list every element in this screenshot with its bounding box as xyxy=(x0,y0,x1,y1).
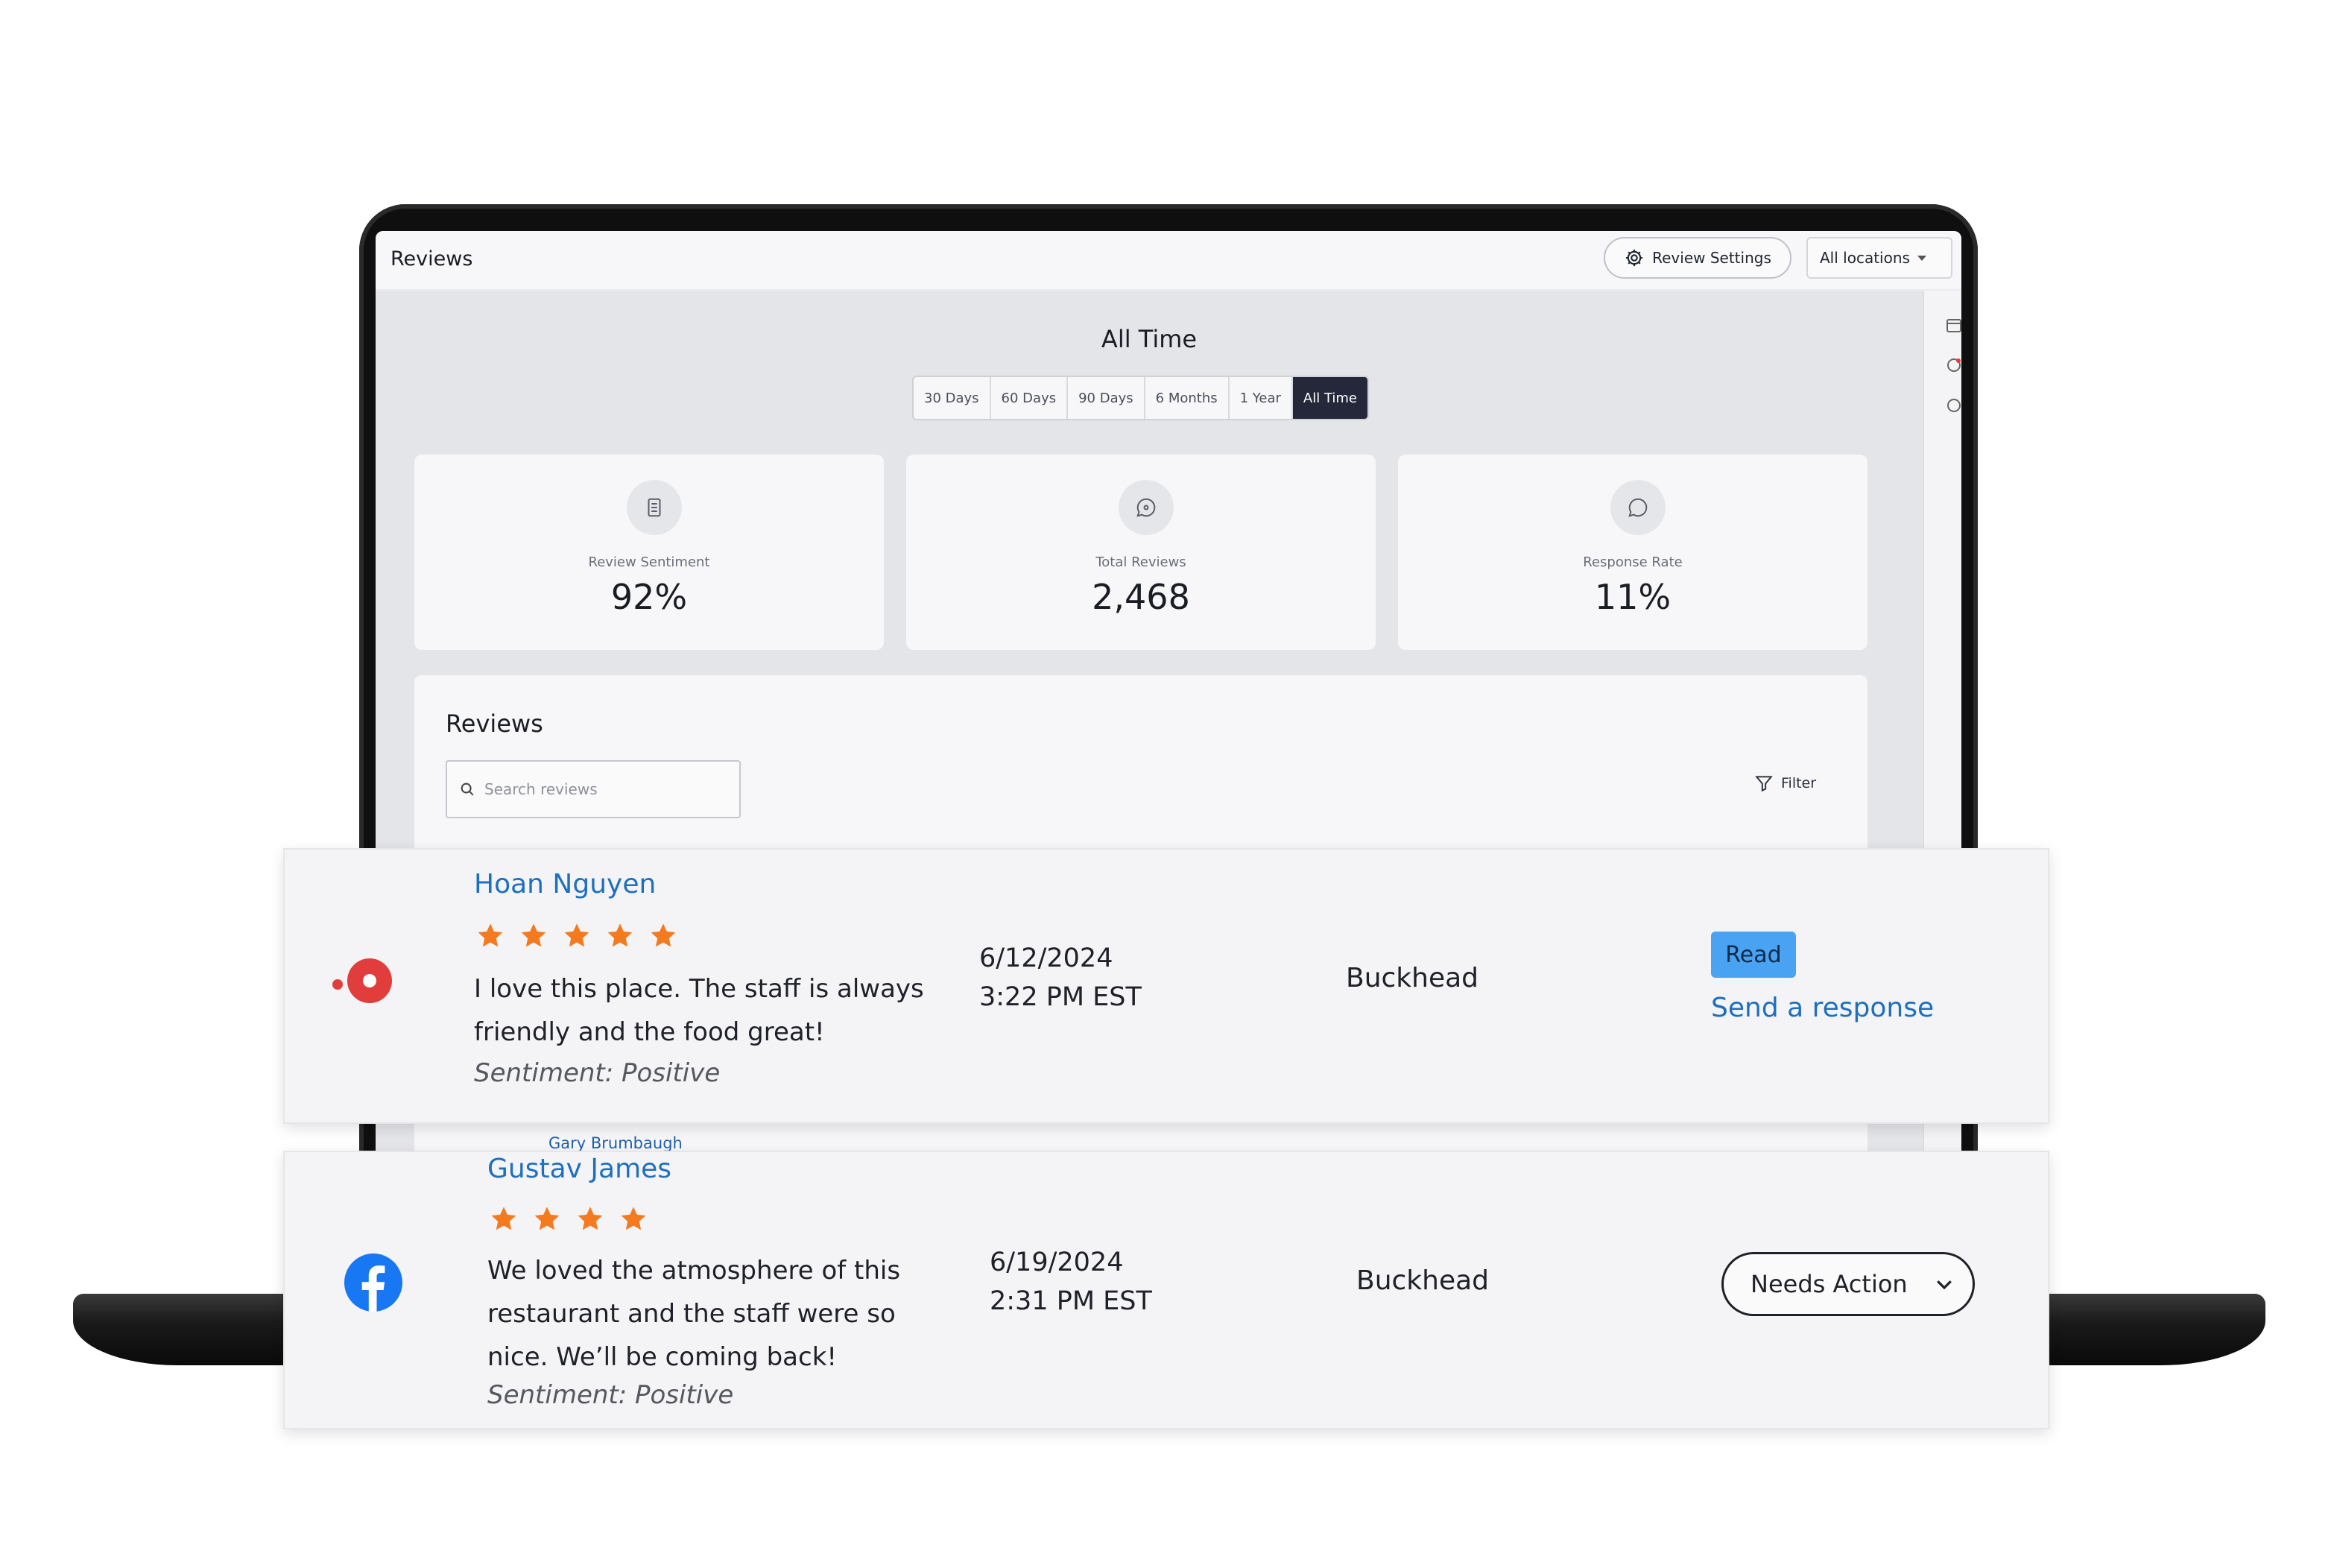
period-option-6-months[interactable]: 6 Months xyxy=(1145,377,1230,419)
search-input[interactable] xyxy=(484,780,730,798)
metric-card-sentiment: Review Sentiment 92% xyxy=(414,455,884,650)
star-icon xyxy=(491,1207,516,1230)
star-icon xyxy=(478,923,503,947)
metric-label: Response Rate xyxy=(1583,554,1683,570)
review-card: Gustav James We loved the atmosphere of … xyxy=(283,1151,2049,1429)
review-settings-button[interactable]: Review Settings xyxy=(1604,237,1791,279)
review-settings-label: Review Settings xyxy=(1652,249,1771,267)
period-option-all-time[interactable]: All Time xyxy=(1292,377,1367,419)
metric-label: Total Reviews xyxy=(1095,554,1186,570)
reviewer-name[interactable]: Gustav James xyxy=(487,1154,671,1184)
star-icon xyxy=(578,1207,603,1230)
document-icon xyxy=(648,498,661,517)
review-date: 6/12/2024 xyxy=(979,943,1113,973)
reviewer-name[interactable]: Hoan Nguyen xyxy=(474,869,656,900)
search-icon xyxy=(461,783,474,796)
review-time: 2:31 PM EST xyxy=(990,1286,1152,1316)
speech-bubble-icon xyxy=(1628,498,1648,517)
star-icon xyxy=(607,923,633,947)
notification-icon[interactable] xyxy=(1945,356,1961,374)
status-badge-read: Read xyxy=(1711,932,1796,978)
metric-value: 92% xyxy=(610,577,688,617)
star-icon xyxy=(621,1207,646,1230)
filter-label: Filter xyxy=(1781,775,1817,791)
calendar-icon[interactable] xyxy=(1945,316,1961,334)
chat-icon[interactable] xyxy=(1945,396,1961,414)
app-header: Reviews Review Settings All locations xyxy=(376,231,1961,291)
period-segmented-control: 30 Days 60 Days 90 Days 6 Months 1 Year … xyxy=(912,376,1369,420)
filter-button[interactable]: Filter xyxy=(1754,774,1816,793)
review-time: 3:22 PM EST xyxy=(979,982,1142,1012)
metric-value: 2,468 xyxy=(1092,577,1190,617)
facebook-source-icon xyxy=(344,1254,402,1312)
review-sentiment: Sentiment: Positive xyxy=(487,1380,734,1410)
review-datetime: 6/12/2024 3:22 PM EST xyxy=(979,939,1142,1017)
metric-value: 11% xyxy=(1594,577,1672,617)
star-icon xyxy=(534,1207,560,1230)
search-box[interactable] xyxy=(446,760,741,818)
review-sentiment: Sentiment: Positive xyxy=(474,1058,721,1088)
review-text: We loved the atmosphere of this restaura… xyxy=(487,1256,901,1372)
review-date: 6/19/2024 xyxy=(990,1248,1124,1277)
chevron-down-icon xyxy=(1936,1280,1952,1290)
metric-card-response-rate: Response Rate 11% xyxy=(1398,455,1867,650)
period-option-1-year[interactable]: 1 Year xyxy=(1230,377,1293,419)
status-dropdown-value: Needs Action xyxy=(1750,1270,1908,1298)
caret-down-icon xyxy=(1917,255,1926,261)
star-rating xyxy=(489,1204,648,1234)
star-icon xyxy=(564,923,589,947)
review-datetime: 6/19/2024 2:31 PM EST xyxy=(990,1243,1152,1321)
status-dropdown[interactable]: Needs Action xyxy=(1721,1252,1975,1316)
reviews-heading: Reviews xyxy=(446,709,543,738)
star-rating xyxy=(475,921,678,951)
page-title: Reviews xyxy=(390,247,473,271)
unread-dot xyxy=(332,979,343,990)
send-response-link[interactable]: Send a response xyxy=(1711,993,1934,1023)
period-title: All Time xyxy=(1101,325,1198,353)
chat-bubble-icon xyxy=(1136,498,1156,517)
gear-icon xyxy=(1626,249,1643,267)
star-icon xyxy=(521,923,546,947)
metric-label: Review Sentiment xyxy=(588,554,710,570)
filter-icon xyxy=(1755,776,1773,792)
period-option-30-days[interactable]: 30 Days xyxy=(914,377,991,419)
review-text: I love this place. The staff is always f… xyxy=(474,974,924,1047)
yelp-source-icon xyxy=(347,958,392,1003)
location-select-value: All locations xyxy=(1820,249,1910,267)
period-option-90-days[interactable]: 90 Days xyxy=(1068,377,1145,419)
peek-reviewer-name[interactable]: Gary Brumbaugh xyxy=(548,1134,683,1152)
review-location: Buckhead xyxy=(1346,963,1479,993)
metric-card-total-reviews: Total Reviews 2,468 xyxy=(906,455,1376,650)
location-select[interactable]: All locations xyxy=(1806,237,1952,279)
review-card: Hoan Nguyen I love this place. The staff… xyxy=(283,848,2049,1124)
review-location: Buckhead xyxy=(1356,1265,1490,1296)
star-icon xyxy=(651,923,676,947)
period-option-60-days[interactable]: 60 Days xyxy=(991,377,1069,419)
